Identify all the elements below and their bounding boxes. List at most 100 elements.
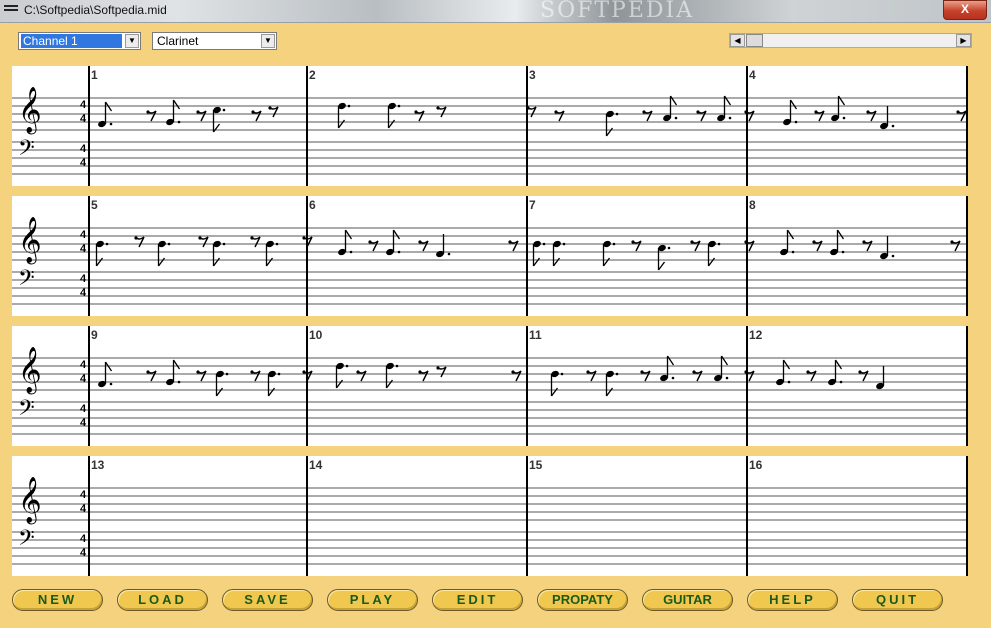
guitar-button[interactable]: GUITAR [642,589,733,611]
note[interactable] [554,110,565,122]
save-button[interactable]: SAVE [222,589,313,611]
note[interactable] [435,234,451,258]
note[interactable] [212,106,226,133]
note[interactable] [385,229,401,256]
play-button[interactable]: PLAY [327,589,418,611]
note[interactable] [250,236,261,248]
note[interactable] [196,110,207,122]
note[interactable] [779,229,795,256]
note[interactable] [662,95,678,122]
note[interactable] [418,240,429,252]
note[interactable] [631,240,642,252]
quit-button[interactable]: QUIT [852,589,943,611]
note[interactable] [552,240,566,267]
note[interactable] [532,240,546,267]
note[interactable] [267,370,281,397]
propaty-button[interactable]: PROPATY [537,589,628,611]
note[interactable] [862,240,873,252]
staff-system[interactable]: 5 6 7 8 𝄞 𝄢 4 4 4 4 [12,196,968,316]
note[interactable] [198,236,209,248]
staff-system[interactable]: 1 2 3 4 𝄞 𝄢 4 4 4 4 [12,66,968,186]
note[interactable] [814,110,825,122]
note[interactable] [436,366,447,378]
note[interactable] [265,240,279,267]
staff-system[interactable]: 13 14 15 16 𝄞 𝄢 4 4 4 4 [12,456,968,576]
note[interactable] [642,110,653,122]
note[interactable] [134,236,145,248]
note[interactable] [716,95,732,122]
note[interactable] [385,362,399,389]
channel-select[interactable]: Channel 1 ▼ [18,32,141,50]
note[interactable] [165,359,181,386]
note[interactable] [782,99,798,126]
scroll-left-icon[interactable]: ◀ [730,34,745,47]
note[interactable] [858,370,869,382]
note[interactable] [586,370,597,382]
scroll-thumb[interactable] [746,34,763,47]
note[interactable] [696,110,707,122]
note[interactable] [165,99,181,126]
note[interactable] [95,240,109,267]
system-menu-icon[interactable] [4,5,18,16]
note[interactable] [146,370,157,382]
note[interactable] [436,106,447,118]
note[interactable] [775,359,791,386]
note[interactable] [511,370,522,382]
note[interactable] [659,355,675,382]
note[interactable] [879,236,895,260]
note[interactable] [387,102,401,129]
note[interactable] [418,370,429,382]
note[interactable] [251,110,262,122]
note[interactable] [812,240,823,252]
note[interactable] [337,102,351,129]
chevron-down-icon[interactable]: ▼ [261,34,275,48]
note[interactable] [830,95,846,122]
note[interactable] [827,359,843,386]
note[interactable] [713,355,729,382]
note[interactable] [605,370,619,397]
note[interactable] [356,370,367,382]
note[interactable] [335,362,349,389]
note[interactable] [605,110,619,137]
note[interactable] [744,370,755,382]
note[interactable] [196,370,207,382]
instrument-select[interactable]: Clarinet ▼ [152,32,277,50]
close-button[interactable]: X [943,0,987,20]
note[interactable] [744,110,755,122]
note[interactable] [212,240,226,267]
scroll-right-icon[interactable]: ▶ [956,34,971,47]
horizontal-scrollbar[interactable]: ◀ ▶ [729,33,972,48]
note[interactable] [550,370,564,397]
note[interactable] [692,370,703,382]
note[interactable] [157,240,171,267]
note[interactable] [875,366,885,390]
note[interactable] [806,370,817,382]
note[interactable] [956,110,967,122]
new-button[interactable]: NEW [12,589,103,611]
note[interactable] [829,229,845,256]
note[interactable] [250,370,261,382]
note[interactable] [602,240,616,267]
note[interactable] [950,240,961,252]
note[interactable] [690,240,701,252]
note[interactable] [744,240,755,252]
note[interactable] [215,370,229,397]
note[interactable] [866,110,877,122]
note[interactable] [414,110,425,122]
note[interactable] [657,244,671,271]
staff-system[interactable]: 9 10 11 12 𝄞 𝄢 4 4 4 4 [12,326,968,446]
note[interactable] [368,240,379,252]
help-button[interactable]: HELP [747,589,838,611]
note[interactable] [640,370,651,382]
note[interactable] [337,229,353,256]
load-button[interactable]: LOAD [117,589,208,611]
edit-button[interactable]: EDIT [432,589,523,611]
note[interactable] [268,106,279,118]
note[interactable] [146,110,157,122]
note[interactable] [879,106,895,130]
window-title: C:\Softpedia\Softpedia.mid [24,3,167,17]
note[interactable] [707,240,721,267]
note[interactable] [508,240,519,252]
chevron-down-icon[interactable]: ▼ [125,34,139,48]
measure-number: 10 [309,328,323,342]
